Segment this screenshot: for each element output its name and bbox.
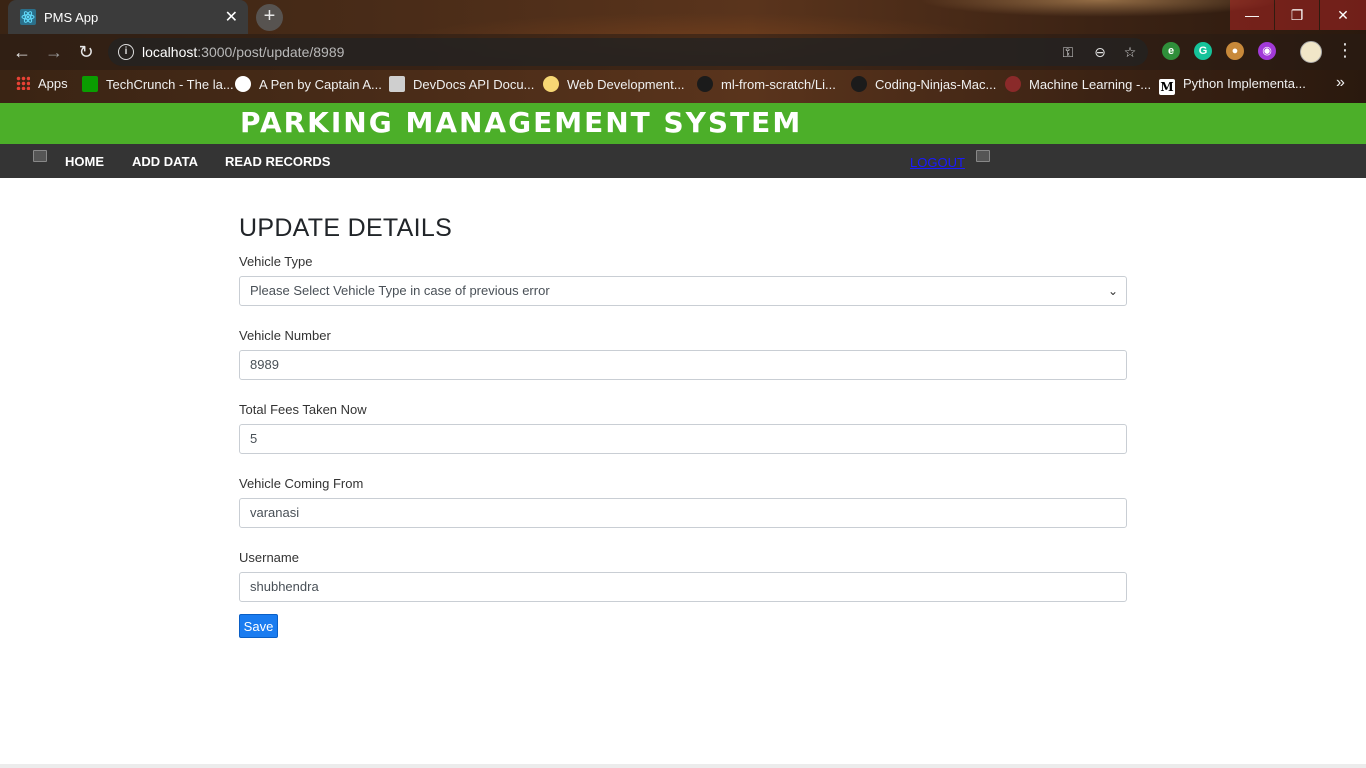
app-banner: PARKING MANAGEMENT SYSTEM <box>0 103 1366 144</box>
browser-toolbar: ← → ↻ i localhost:3000/post/update/8989 … <box>0 34 1366 70</box>
info-icon[interactable]: i <box>118 44 134 60</box>
zoom-icon[interactable]: ⊖ <box>1090 42 1110 62</box>
bookmark-machine-learning[interactable]: Machine Learning -... <box>1005 76 1151 92</box>
extension-icon[interactable]: ◉ <box>1258 42 1276 60</box>
bookmark-techcrunch[interactable]: TechCrunch - The la... <box>82 76 234 92</box>
github-icon <box>697 76 713 92</box>
reload-icon[interactable]: ↻ <box>74 40 98 64</box>
bookmarks-more-icon[interactable]: » <box>1336 74 1345 92</box>
chevron-down-icon: ⌄ <box>1107 284 1118 298</box>
bookmark-label: Web Development... <box>567 77 685 92</box>
logout-link[interactable]: LOGOUT <box>910 155 965 170</box>
bookmark-star-icon[interactable]: ☆ <box>1120 42 1140 62</box>
coming-from-label: Vehicle Coming From <box>239 476 364 491</box>
vehicle-type-select[interactable]: Please Select Vehicle Type in case of pr… <box>239 276 1127 306</box>
medium-icon: M <box>1159 79 1175 95</box>
bookmark-label: Coding-Ninjas-Mac... <box>875 77 997 92</box>
menu-dots-icon[interactable]: ⋮ <box>1336 40 1354 61</box>
bookmark-coding-ninjas[interactable]: Coding-Ninjas-Mac... <box>851 76 996 92</box>
grammarly-icon[interactable]: G <box>1194 42 1212 60</box>
nav-home-link[interactable]: HOME <box>65 154 104 169</box>
bookmark-label: DevDocs API Docu... <box>413 77 535 92</box>
nav-add-data-link[interactable]: ADD DATA <box>132 154 198 169</box>
tab-title: PMS App <box>44 10 99 25</box>
bookmark-ml-from-scratch[interactable]: ml-from-scratch/Li... <box>697 76 836 92</box>
codepen-icon <box>235 76 251 92</box>
window-maximize-button[interactable]: ❐ <box>1275 0 1319 30</box>
page-title: UPDATE DETAILS <box>239 214 453 242</box>
forward-arrow-icon[interactable]: → <box>42 40 66 64</box>
update-form: UPDATE DETAILS Vehicle Type Please Selec… <box>239 210 1127 638</box>
bookmark-label: Machine Learning -... <box>1029 77 1152 92</box>
browser-tab[interactable]: PMS App ✕ <box>8 0 248 34</box>
devdocs-icon <box>389 76 405 92</box>
coming-from-input[interactable]: varanasi <box>239 498 1127 528</box>
github-icon <box>851 76 867 92</box>
cookie-icon[interactable]: ● <box>1226 42 1244 60</box>
vehicle-number-label: Vehicle Number <box>239 328 331 343</box>
vehicle-type-selected: Please Select Vehicle Type in case of pr… <box>250 283 550 298</box>
vehicle-type-label: Vehicle Type <box>239 254 313 269</box>
bookmark-label: A Pen by Captain A... <box>259 77 382 92</box>
username-input[interactable]: shubhendra <box>239 572 1127 602</box>
window-close-button[interactable]: ✕ <box>1320 0 1366 30</box>
bookmark-webdev[interactable]: Web Development... <box>543 76 685 92</box>
fees-input[interactable]: 5 <box>239 424 1127 454</box>
address-bar[interactable]: i localhost:3000/post/update/8989 ⚿ ⊖ ☆ <box>108 38 1148 66</box>
bookmark-label: TechCrunch - The la... <box>106 77 234 92</box>
key-icon[interactable]: ⚿ <box>1058 42 1078 62</box>
bookmark-apps[interactable]: Apps <box>16 76 68 91</box>
back-arrow-icon[interactable]: ← <box>10 40 34 64</box>
url-host: localhost <box>142 44 198 60</box>
logo-image <box>33 150 47 162</box>
tab-close-icon[interactable]: ✕ <box>225 7 238 27</box>
url-text: localhost:3000/post/update/8989 <box>142 44 344 60</box>
bookmark-label: ml-from-scratch/Li... <box>721 77 836 92</box>
window-minimize-button[interactable]: — <box>1230 0 1274 30</box>
bookmark-devdocs[interactable]: DevDocs API Docu... <box>389 76 534 92</box>
bookmarks-bar: Apps TechCrunch - The la... A Pen by Cap… <box>0 70 1366 98</box>
apps-grid-icon <box>16 76 30 90</box>
profile-avatar[interactable] <box>1300 41 1322 63</box>
bookmark-label: Python Implementa... <box>1183 76 1306 91</box>
react-icon <box>20 9 36 25</box>
fees-label: Total Fees Taken Now <box>239 402 367 417</box>
username-label: Username <box>239 550 299 565</box>
nav-read-records-link[interactable]: READ RECORDS <box>225 154 330 169</box>
user-image <box>976 150 990 162</box>
new-tab-button[interactable]: + <box>256 4 283 31</box>
bottom-divider <box>0 764 1366 768</box>
webdev-icon <box>543 76 559 92</box>
url-path: :3000/post/update/8989 <box>197 44 345 60</box>
ml-icon <box>1005 76 1021 92</box>
techcrunch-icon <box>82 76 98 92</box>
save-button[interactable]: Save <box>239 614 278 638</box>
bookmark-python[interactable]: M Python Implementa... <box>1159 76 1306 95</box>
bookmark-codepen[interactable]: A Pen by Captain A... <box>235 76 382 92</box>
evernote-icon[interactable]: e <box>1162 42 1180 60</box>
vehicle-number-input[interactable]: 8989 <box>239 350 1127 380</box>
app-navbar: HOME ADD DATA READ RECORDS LOGOUT <box>0 144 1366 178</box>
bookmark-label: Apps <box>38 76 68 91</box>
browser-chrome: PMS App ✕ + — ❐ ✕ ← → ↻ i localhost:3000… <box>0 0 1366 103</box>
app-title: PARKING MANAGEMENT SYSTEM <box>240 106 803 139</box>
